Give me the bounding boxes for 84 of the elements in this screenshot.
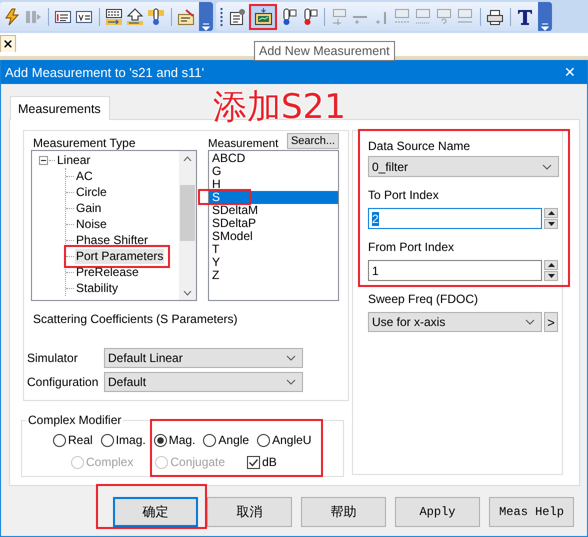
field-label: Configuration — [27, 375, 100, 389]
chevron-down-icon — [525, 319, 535, 325]
down-triangle-icon — [548, 274, 554, 278]
annotation-text: 添加S21 — [213, 86, 346, 128]
radio-option[interactable]: Mag. — [154, 433, 196, 447]
description-text: Scattering Coefficients (S Parameters) — [32, 312, 239, 326]
list-item[interactable]: T — [209, 243, 338, 256]
spin-down-button[interactable] — [544, 219, 558, 229]
list-item[interactable]: H — [209, 178, 338, 191]
more-button[interactable]: > — [544, 312, 558, 332]
chevron-down-icon — [286, 355, 296, 361]
checkbox-option[interactable]: dB — [247, 455, 277, 469]
tree-item[interactable]: Linear — [56, 152, 92, 168]
field-label: Measurement Type — [32, 136, 136, 150]
toolbar-options-icon[interactable] — [199, 2, 213, 31]
group-title: Complex Modifier — [27, 413, 122, 427]
field-label: Data Source Name — [368, 139, 472, 153]
list-item[interactable]: Z — [209, 269, 338, 282]
number-field[interactable]: 2 — [368, 208, 542, 229]
tree-item[interactable]: Gain — [75, 200, 102, 216]
tree-item[interactable]: Port Parameters — [75, 248, 164, 264]
search-button[interactable]: Search... — [286, 133, 339, 149]
field-label: Sweep Freq (FDOC) — [368, 292, 480, 306]
field-label: To Port Index — [368, 188, 440, 202]
up-triangle-icon — [548, 211, 554, 215]
number-field[interactable]: 1 — [368, 260, 542, 281]
spin-up-button[interactable] — [544, 208, 558, 218]
dialog-title: Add Measurement to 's21 and s11' — [5, 64, 204, 80]
tooltip: Add New Measurement — [254, 41, 395, 61]
field-label: Measurement — [208, 138, 278, 150]
dialog-button[interactable]: Apply — [395, 497, 480, 527]
tree-item[interactable]: Circle — [75, 184, 108, 200]
tree-view[interactable]: Linear AC Circle Gain Noise Phase Shifter Port Parameters PreRelease Stability — [31, 150, 197, 301]
tab[interactable]: Measurements — [10, 96, 110, 120]
list-item[interactable]: G — [209, 165, 338, 178]
radio-option[interactable]: Imag. — [100, 433, 146, 447]
list-item[interactable]: Y — [209, 256, 338, 269]
radio-option[interactable]: Real — [53, 433, 93, 447]
dialog-button[interactable]: 取消 — [207, 497, 292, 527]
radio-indicator[interactable] — [53, 434, 66, 446]
field-label: From Port Index — [368, 240, 456, 254]
graph-window-icon[interactable] — [251, 6, 275, 28]
tree-item[interactable]: Phase Shifter — [75, 232, 150, 248]
collapse-icon[interactable] — [39, 156, 48, 164]
dropdown[interactable]: Default Linear — [104, 348, 303, 368]
dialog-button[interactable]: Meas Help — [489, 497, 574, 527]
upload-icon[interactable] — [125, 6, 145, 28]
radio-indicator[interactable] — [100, 434, 114, 446]
list-item[interactable]: SDeltaM — [209, 204, 338, 217]
list-item[interactable]: SDeltaP — [209, 217, 338, 230]
spin-up-button[interactable] — [544, 260, 558, 270]
field-label: Simulator — [27, 351, 79, 365]
tree-item[interactable]: Noise — [75, 216, 108, 232]
list-item[interactable]: ABCD — [209, 152, 338, 165]
radio-indicator[interactable] — [203, 434, 216, 446]
tree-item[interactable]: PreRelease — [75, 264, 140, 280]
close-button[interactable]: ✕ — [553, 64, 587, 80]
radio-indicator[interactable] — [154, 434, 167, 446]
list-item[interactable]: SModel — [209, 230, 338, 243]
radio-option[interactable]: Angle — [203, 433, 250, 447]
grip-handle[interactable] — [220, 6, 223, 26]
radio-option[interactable]: AngleU — [257, 433, 312, 447]
toolbar-options-icon[interactable] — [538, 2, 552, 31]
thermometer-icon[interactable] — [146, 6, 166, 28]
close-tab-button[interactable]: × — [0, 35, 16, 52]
spin-down-button[interactable] — [544, 271, 558, 281]
lightning-icon[interactable] — [2, 6, 22, 28]
dropdown[interactable]: 0_filter — [368, 156, 559, 177]
scrollbar-thumb[interactable] — [180, 185, 195, 241]
list-item[interactable]: S — [209, 191, 338, 204]
dropdown[interactable]: Default — [104, 372, 303, 392]
down-triangle-icon — [548, 222, 554, 226]
scrollbar[interactable] — [179, 151, 196, 300]
tree-item[interactable]: Stability — [75, 280, 120, 296]
chevron-down-icon — [286, 379, 296, 385]
up-triangle-icon — [548, 263, 554, 267]
dropdown[interactable]: Use for x-axis — [368, 312, 542, 332]
list-box[interactable]: ABCD G H S SDeltaM SDeltaP SModel T Y Z — [208, 150, 339, 301]
dialog-button[interactable]: 确定 — [113, 497, 198, 527]
tree-item[interactable]: AC — [75, 168, 94, 184]
checkbox[interactable] — [247, 456, 260, 468]
chevron-down-icon — [542, 164, 552, 170]
radio-indicator[interactable] — [257, 434, 270, 446]
dialog-button[interactable]: 帮助 — [301, 497, 386, 527]
